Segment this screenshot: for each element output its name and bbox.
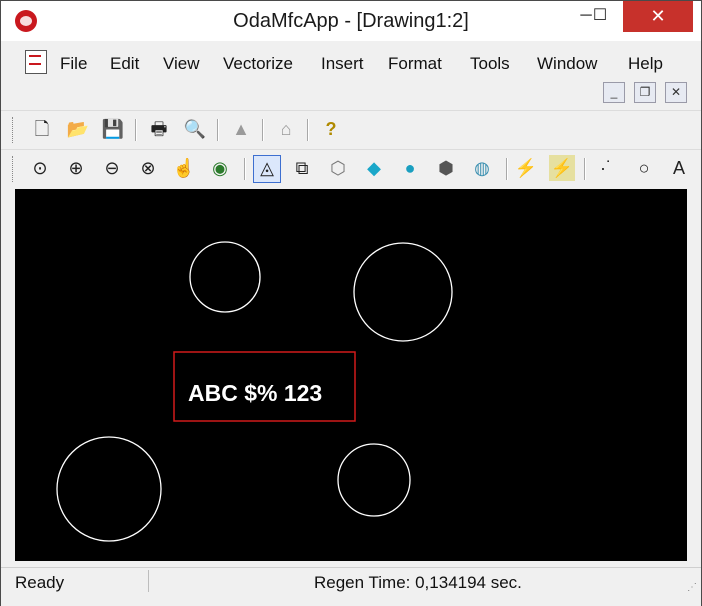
app-window: OdaMfcApp - [Drawing1:2] ─ ☐ ✕ File Edit… [0, 0, 702, 606]
drawing-circle[interactable] [189, 241, 261, 313]
text-icon[interactable]: A [669, 155, 689, 181]
orbit-icon[interactable]: ◉ [207, 155, 233, 181]
toolbar-separator [584, 158, 586, 180]
menu-bar: File Edit View Vectorize Insert Format T… [1, 47, 701, 109]
drawing-circle[interactable] [353, 242, 453, 342]
toolbar-separator [307, 119, 309, 141]
zoom-window-icon[interactable]: ⊙ [27, 155, 53, 181]
menu-vectorize[interactable]: Vectorize [223, 54, 293, 74]
zoom-extents-icon[interactable]: ⊗ [135, 155, 161, 181]
gouraud-shaded-icon[interactable]: ● [397, 155, 423, 181]
view-toolbar: ⊙ ⊕ ⊖ ⊗ ☝ ◉ ◬ ⧉ ⬡ ◆ ● ⬢ ◍ ⚡ ⚡ ·˙ ○ A [1, 149, 701, 188]
toolbar-separator [506, 158, 508, 180]
circle-icon[interactable]: ○ [631, 155, 657, 181]
point-icon[interactable]: ·˙ [593, 155, 619, 181]
drawing-canvas[interactable]: ABC $% 123 [15, 189, 687, 561]
pan-icon[interactable]: ☝ [171, 155, 197, 181]
status-regen-time: Regen Time: 0,134194 sec. [314, 573, 522, 592]
drawing-circle[interactable] [337, 443, 411, 517]
menu-insert[interactable]: Insert [321, 54, 364, 74]
menu-view[interactable]: View [163, 54, 200, 74]
print-preview-icon[interactable]: 🔍 [182, 116, 208, 142]
drawing-svg: ABC $% 123 [56, 241, 453, 542]
toolbar-grip[interactable] [12, 156, 16, 182]
regen-icon[interactable]: ⚡ [513, 155, 539, 181]
zoom-out-icon[interactable]: ⊖ [99, 155, 125, 181]
status-bar: Ready Regen Time: 0,134194 sec. ⋰ [1, 567, 701, 606]
menu-format[interactable]: Format [388, 54, 442, 74]
mdi-restore-button[interactable]: ❐ [634, 82, 656, 103]
resize-grip-icon[interactable]: ⋰ [687, 582, 697, 593]
zoom-in-icon[interactable]: ⊕ [63, 155, 89, 181]
menu-window[interactable]: Window [537, 54, 597, 74]
gouraud-edges-icon[interactable]: ◍ [469, 155, 495, 181]
hidden-line-icon[interactable]: ⬡ [325, 155, 351, 181]
open-folder-icon[interactable]: 📂 [65, 116, 91, 142]
drawing-circle[interactable] [56, 436, 162, 542]
document-icon[interactable] [25, 50, 47, 74]
maximize-button[interactable]: ☐ [577, 1, 623, 32]
menu-file[interactable]: File [60, 54, 87, 74]
3d-wireframe-icon[interactable]: ⧉ [289, 155, 315, 181]
menu-edit[interactable]: Edit [110, 54, 139, 74]
2d-wireframe-icon[interactable]: ◬ [253, 155, 281, 183]
toolbar-separator [262, 119, 264, 141]
home-icon[interactable]: ⌂ [273, 116, 299, 142]
save-disk-icon[interactable]: 💾 [100, 116, 126, 142]
close-button[interactable]: ✕ [623, 1, 693, 32]
toolbar-separator [244, 158, 246, 180]
menu-tools[interactable]: Tools [470, 54, 510, 74]
toolbar-separator [217, 119, 219, 141]
menu-help[interactable]: Help [628, 54, 663, 74]
filter-icon[interactable]: ▲ [228, 116, 254, 142]
standard-toolbar: 🗋 📂 💾 🖶 🔍 ▲ ⌂ ? [1, 110, 701, 149]
toolbar-grip[interactable] [12, 117, 16, 143]
mdi-close-button[interactable]: ✕ [665, 82, 687, 103]
status-ready-text: Ready [15, 573, 65, 592]
mdi-minimize-button[interactable]: _ [603, 82, 625, 103]
print-icon[interactable]: 🖶 [146, 116, 172, 142]
flat-shaded-icon[interactable]: ◆ [361, 155, 387, 181]
title-bar[interactable]: OdaMfcApp - [Drawing1:2] ─ ☐ ✕ [1, 1, 701, 41]
help-icon[interactable]: ? [318, 116, 344, 142]
regen-all-icon[interactable]: ⚡ [549, 155, 575, 181]
new-document-icon[interactable]: 🗋 [29, 116, 55, 142]
status-separator [148, 570, 149, 592]
drawing-text[interactable]: ABC $% 123 [188, 380, 322, 406]
toolbar-separator [135, 119, 137, 141]
flat-edges-icon[interactable]: ⬢ [433, 155, 459, 181]
